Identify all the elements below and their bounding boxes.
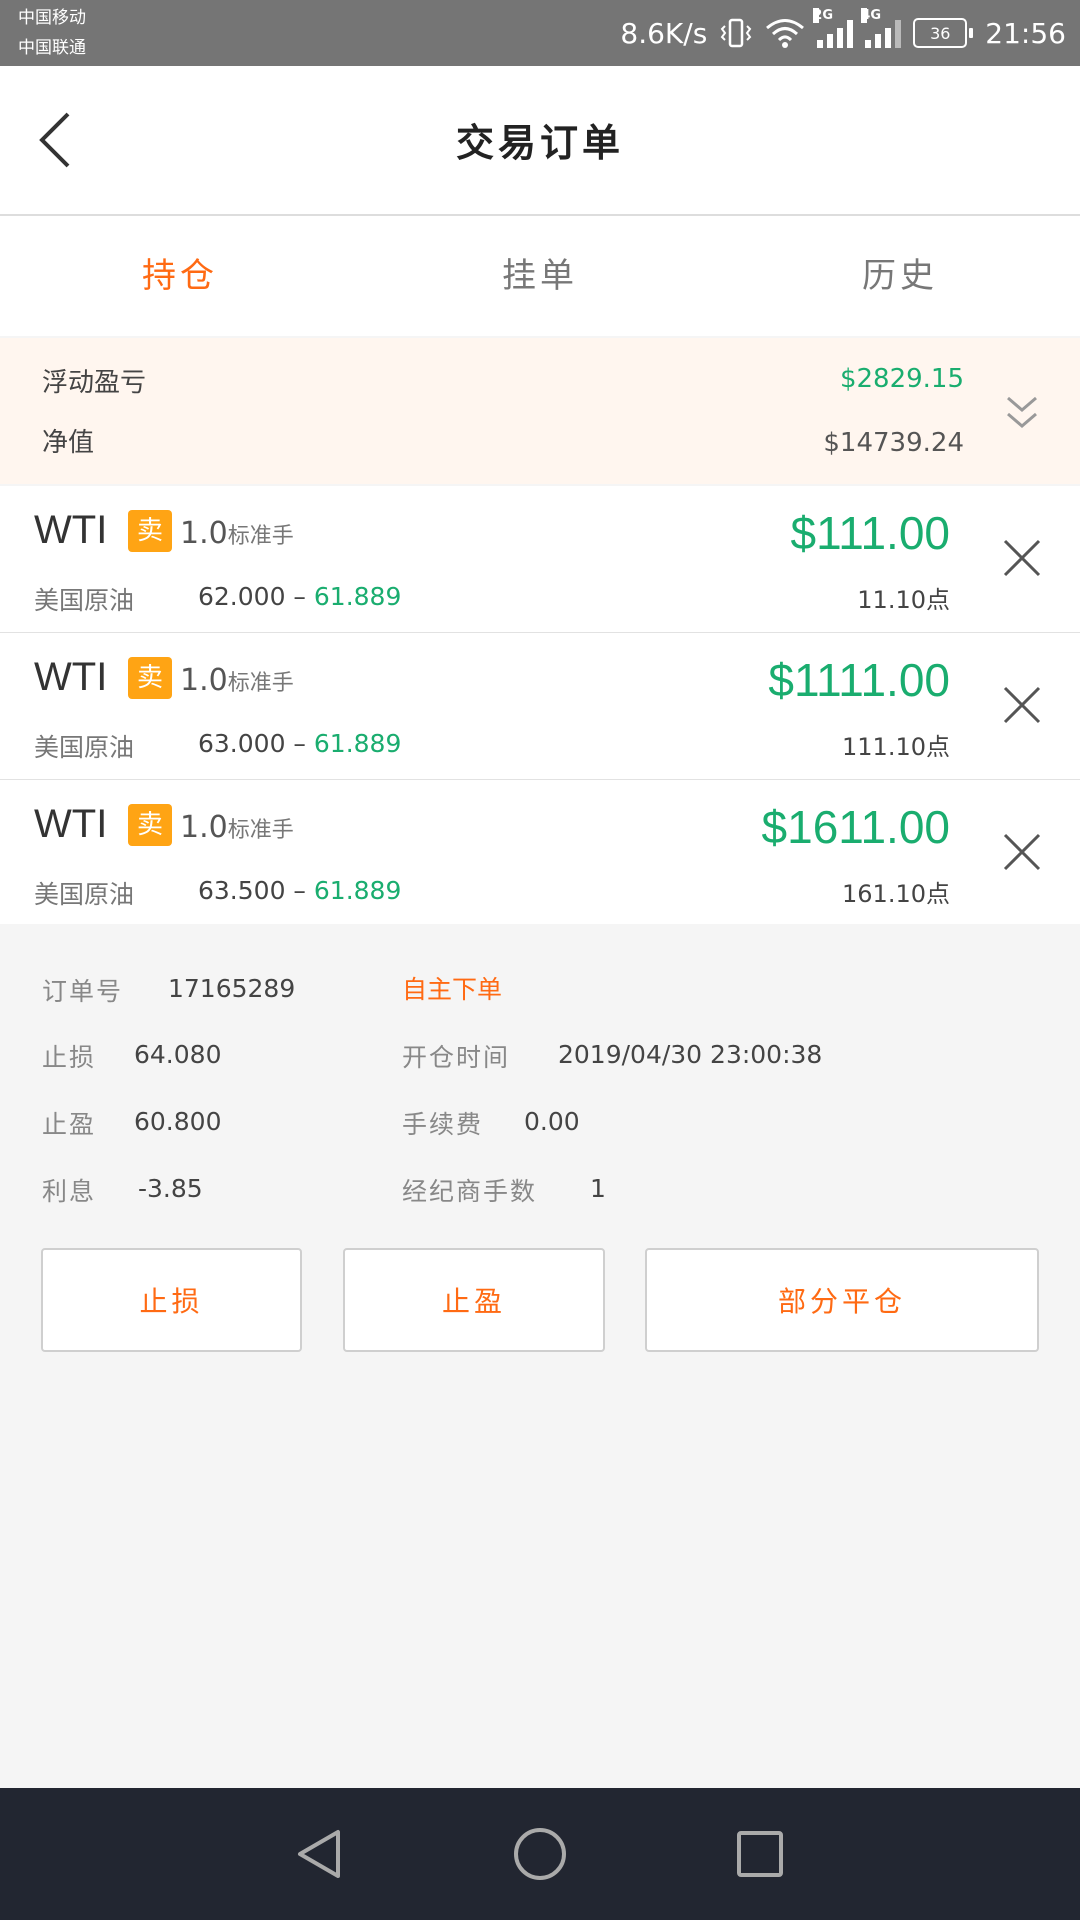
equity-label: 净值	[42, 428, 95, 458]
stop-loss-label: 止损	[42, 1043, 97, 1072]
tab-history[interactable]: 历史	[720, 216, 1080, 336]
broker-lots-label: 经纪商手数	[402, 1177, 538, 1206]
order-row[interactable]: WTI 卖 1.0标准手 美国原油 62.000 – 61.889 $111.0…	[0, 486, 1080, 633]
order-points: 111.10点	[842, 733, 950, 761]
carrier-1: 中国移动	[18, 8, 86, 28]
close-icon[interactable]	[1002, 538, 1042, 578]
sell-badge: 卖	[128, 657, 172, 699]
take-profit-value: 60.800	[134, 1107, 222, 1136]
account-summary: 浮动盈亏 $2829.15 净值 $14739.24	[0, 338, 1080, 484]
order-prices: 63.000 – 61.889	[198, 729, 402, 758]
order-name: 美国原油	[34, 733, 135, 762]
order-no-label: 订单号	[42, 977, 124, 1006]
chevron-double-down-icon[interactable]	[1000, 392, 1044, 436]
order-row[interactable]: WTI 卖 1.0标准手 美国原油 63.000 – 61.889 $1111.…	[0, 633, 1080, 780]
order-symbol: WTI	[34, 508, 108, 552]
close-icon[interactable]	[1002, 832, 1042, 872]
floating-pnl-value: $2829.15	[839, 364, 964, 394]
order-no: 17165289	[168, 974, 296, 1003]
clock: 21:56	[985, 16, 1066, 50]
order-type: 自主下单	[402, 975, 503, 1004]
network-speed: 8.6K/s	[620, 16, 708, 50]
order-name: 美国原油	[34, 880, 135, 909]
stop-loss-value: 64.080	[134, 1040, 222, 1069]
nav-recents-icon[interactable]	[730, 1824, 790, 1884]
order-prices: 63.500 – 61.889	[198, 876, 402, 905]
equity-value: $14739.24	[823, 428, 964, 458]
status-bar: 中国移动 中国联通 8.6K/s 2G 4G 36 21:56	[0, 0, 1080, 66]
vibrate-icon	[719, 17, 753, 49]
order-lots: 1.0标准手	[180, 516, 294, 551]
fee-value: 0.00	[524, 1107, 580, 1136]
floating-pnl-label: 浮动盈亏	[42, 368, 147, 398]
order-symbol: WTI	[34, 802, 108, 846]
sell-badge: 卖	[128, 804, 172, 846]
interest-label: 利息	[42, 1177, 97, 1206]
page-title: 交易订单	[455, 121, 624, 165]
take-profit-label: 止盈	[42, 1110, 97, 1139]
order-lots: 1.0标准手	[180, 663, 294, 698]
signal-4g-icon: 4G	[861, 8, 902, 48]
tab-positions[interactable]: 持仓	[0, 216, 360, 336]
close-icon[interactable]	[1002, 685, 1042, 725]
order-name: 美国原油	[34, 586, 135, 615]
order-pnl: $1611.00	[761, 801, 950, 853]
interest-value: -3.85	[138, 1174, 203, 1203]
signal-2g-icon: 2G	[813, 8, 854, 48]
order-prices: 62.000 – 61.889	[198, 582, 402, 611]
broker-lots-value: 1	[590, 1174, 606, 1203]
system-nav-bar	[0, 1788, 1080, 1920]
order-details: 订单号 17165289 自主下单 止损 64.080 开仓时间 2019/04…	[0, 924, 1080, 1788]
header: 交易订单	[0, 66, 1080, 216]
order-points: 11.10点	[857, 586, 950, 614]
order-row[interactable]: WTI 卖 1.0标准手 美国原油 63.500 – 61.889 $1611.…	[0, 780, 1080, 927]
tab-bar: 持仓 挂单 历史	[0, 216, 1080, 336]
order-symbol: WTI	[34, 655, 108, 699]
partial-close-button[interactable]: 部分平仓	[645, 1248, 1039, 1352]
wifi-icon	[765, 17, 805, 49]
stop-loss-button[interactable]: 止损	[41, 1248, 302, 1352]
tab-pending[interactable]: 挂单	[360, 216, 720, 336]
nav-back-icon[interactable]	[290, 1824, 350, 1884]
carrier-2: 中国联通	[18, 38, 86, 58]
order-pnl: $1111.00	[768, 654, 950, 706]
battery-icon: 36	[913, 18, 974, 48]
fee-label: 手续费	[402, 1110, 484, 1139]
open-time-label: 开仓时间	[402, 1043, 511, 1072]
take-profit-button[interactable]: 止盈	[343, 1248, 605, 1352]
nav-home-icon[interactable]	[510, 1824, 570, 1884]
order-lots: 1.0标准手	[180, 810, 294, 845]
sell-badge: 卖	[128, 510, 172, 552]
order-pnl: $111.00	[790, 507, 950, 559]
order-points: 161.10点	[842, 880, 950, 908]
open-time-value: 2019/04/30 23:00:38	[558, 1040, 823, 1069]
